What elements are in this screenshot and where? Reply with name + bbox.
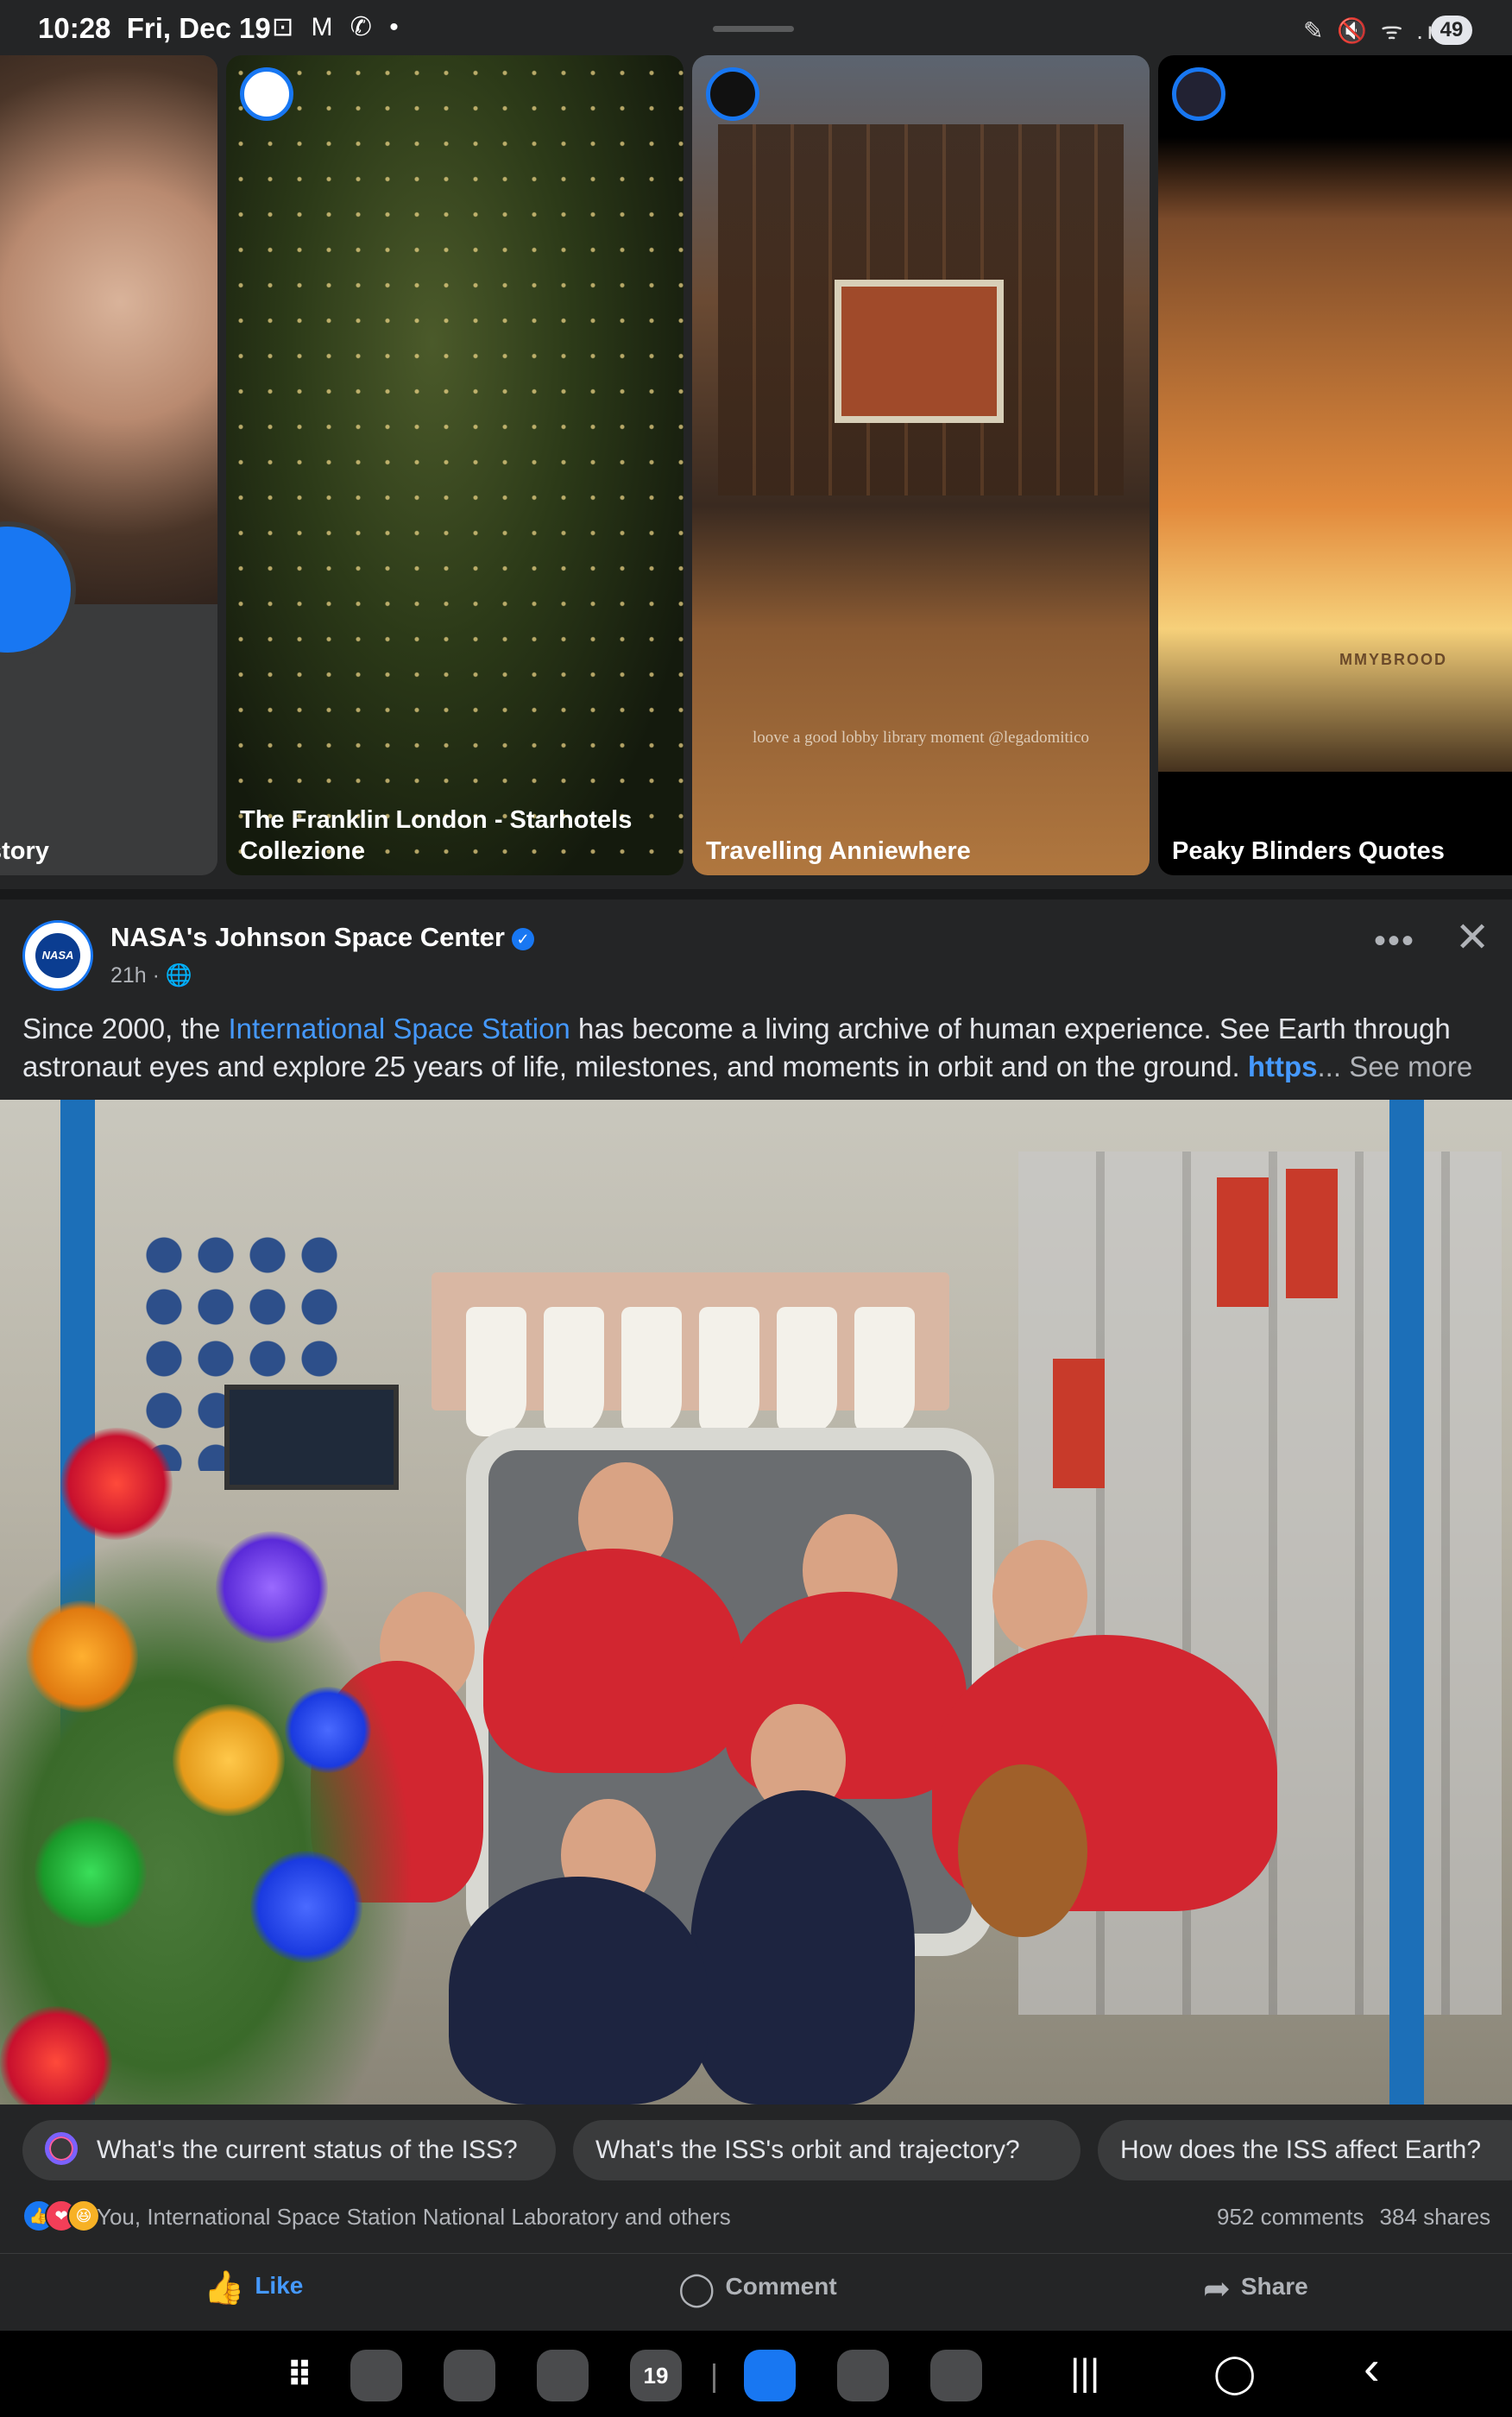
ai-suggestions: What's the current status of the ISS? Wh…: [22, 2120, 1512, 2182]
chrome-app-icon[interactable]: [350, 2350, 402, 2401]
post-author[interactable]: NASA's Johnson Space Center ✓: [110, 922, 534, 953]
status-time: 10:28 Fri, Dec 19: [38, 12, 271, 44]
post-photo[interactable]: [0, 1100, 1512, 2105]
gmail-app-icon[interactable]: [537, 2350, 589, 2401]
post-url-link[interactable]: https: [1248, 1051, 1318, 1082]
back-icon[interactable]: ‹: [1364, 2339, 1380, 2395]
comments-count[interactable]: 952 comments: [1217, 2204, 1364, 2230]
post-actions: 👍 Like ◯ Comment ➦ Share: [0, 2253, 1512, 2323]
drag-handle[interactable]: [713, 26, 794, 32]
photo-stocking: [699, 1307, 759, 1436]
thumbs-up-icon: 👍: [204, 2270, 245, 2307]
photo-person: [449, 1877, 708, 2105]
photo-ornament: [250, 1851, 362, 1963]
calendar-app-icon[interactable]: 19: [630, 2350, 682, 2401]
story-watermark: MMYBROOD: [1339, 651, 1447, 668]
story-label: Travelling Anniewhere: [706, 837, 971, 865]
comment-bubble-icon: ◯: [678, 2271, 715, 2307]
notification-icons: ⊡ M ✆ •: [272, 13, 404, 41]
photo-laptop: [224, 1385, 399, 1490]
story-avatar: [1172, 67, 1225, 121]
home-icon[interactable]: ◯: [1213, 2351, 1256, 2395]
app-drawer-icon[interactable]: ⠿: [273, 2350, 324, 2401]
see-more-link[interactable]: See more: [1349, 1051, 1472, 1082]
story-photo: [0, 55, 217, 604]
play-store-app-icon[interactable]: [837, 2350, 889, 2401]
status-bar: 10:28 Fri, Dec 19 ⊡ M ✆ • ✎ 🔇 ᯤ .ıll 49: [0, 0, 1512, 55]
story-label: The Franklin London - Starhotels Collezi…: [240, 806, 633, 865]
pinwheel-app-icon[interactable]: [930, 2350, 982, 2401]
camera-app-icon[interactable]: [444, 2350, 495, 2401]
photo-stocking: [854, 1307, 915, 1436]
photo-ornament: [216, 1531, 328, 1644]
photo-ornament: [285, 1687, 371, 1773]
photo-red-box: [1286, 1169, 1338, 1298]
page-avatar[interactable]: NASA: [22, 920, 93, 991]
share-arrow-icon: ➦: [1203, 2271, 1231, 2307]
photo-guitar: [958, 1764, 1087, 1937]
dock-separator: [713, 2363, 715, 2393]
photo-stocking: [466, 1307, 526, 1436]
story-card-travelling-anniewhere[interactable]: loove a good lobby library moment @legad…: [692, 55, 1150, 875]
reaction-summary[interactable]: You, International Space Station Nationa…: [97, 2204, 731, 2231]
photo-red-box: [1053, 1359, 1105, 1488]
photo-ornament: [60, 1428, 173, 1540]
story-label: story: [0, 837, 49, 865]
story-card-create[interactable]: story: [0, 55, 217, 875]
ai-prompt-chip[interactable]: How does the ISS affect Earth?: [1098, 2120, 1512, 2180]
story-photo: [226, 55, 684, 875]
photo-ornament: [26, 1600, 138, 1713]
post-text: Since 2000, the International Space Stat…: [22, 1013, 1473, 1082]
photo-red-box: [1217, 1177, 1269, 1307]
photo-pole: [1389, 1100, 1424, 2105]
story-avatar: [240, 67, 293, 121]
more-options-button[interactable]: •••: [1374, 922, 1415, 961]
verified-badge-icon: ✓: [511, 928, 534, 950]
engagement-counts: 952 comments 384 shares: [1201, 2204, 1490, 2231]
photo-ornament: [35, 1816, 147, 1928]
comment-button[interactable]: ◯ Comment: [678, 2269, 837, 2308]
ai-prompt-chip[interactable]: What's the current status of the ISS?: [22, 2120, 556, 2180]
story-card-franklin-london[interactable]: The Franklin London - Starhotels Collezi…: [226, 55, 684, 875]
photo-person: [690, 1790, 915, 2105]
system-navigation-bar: ⠿ 19 ||| ◯ ‹: [0, 2331, 1512, 2417]
recents-icon[interactable]: |||: [1070, 2351, 1099, 2395]
haha-reaction-icon: 😆: [67, 2199, 100, 2232]
story-caption: loove a good lobby library moment @legad…: [752, 729, 1090, 747]
photo-stocking: [621, 1307, 682, 1436]
photo-person: [483, 1549, 742, 1773]
like-button[interactable]: 👍 Like: [204, 2269, 303, 2307]
stories-carousel[interactable]: story The Franklin London - Starhotels C…: [0, 55, 1512, 882]
story-label: Peaky Blinders Quotes: [1172, 837, 1445, 865]
ai-prompt-chip[interactable]: What's the ISS's orbit and trajectory?: [573, 2120, 1080, 2180]
photo-stocking: [544, 1307, 604, 1436]
battery-indicator: 49: [1431, 16, 1472, 45]
photo-ornament: [173, 1704, 285, 1816]
facebook-app-icon[interactable]: [744, 2350, 796, 2401]
story-painting: [835, 280, 1004, 423]
story-card-peaky-blinders[interactable]: MMYBROOD Peaky Blinders Quotes: [1158, 55, 1512, 875]
photo-person: [992, 1540, 1087, 1652]
post-timestamp[interactable]: 21h · 🌐: [110, 963, 192, 988]
iss-link[interactable]: International Space Station: [229, 1013, 570, 1044]
feed-divider: [0, 889, 1512, 899]
shares-count[interactable]: 384 shares: [1380, 2204, 1491, 2230]
nasa-logo: NASA: [35, 933, 80, 978]
meta-ai-icon: [45, 2132, 78, 2165]
story-avatar: [706, 67, 759, 121]
photo-stocking: [777, 1307, 837, 1436]
share-button[interactable]: ➦ Share: [1203, 2269, 1308, 2308]
close-icon[interactable]: ✕: [1455, 913, 1490, 962]
